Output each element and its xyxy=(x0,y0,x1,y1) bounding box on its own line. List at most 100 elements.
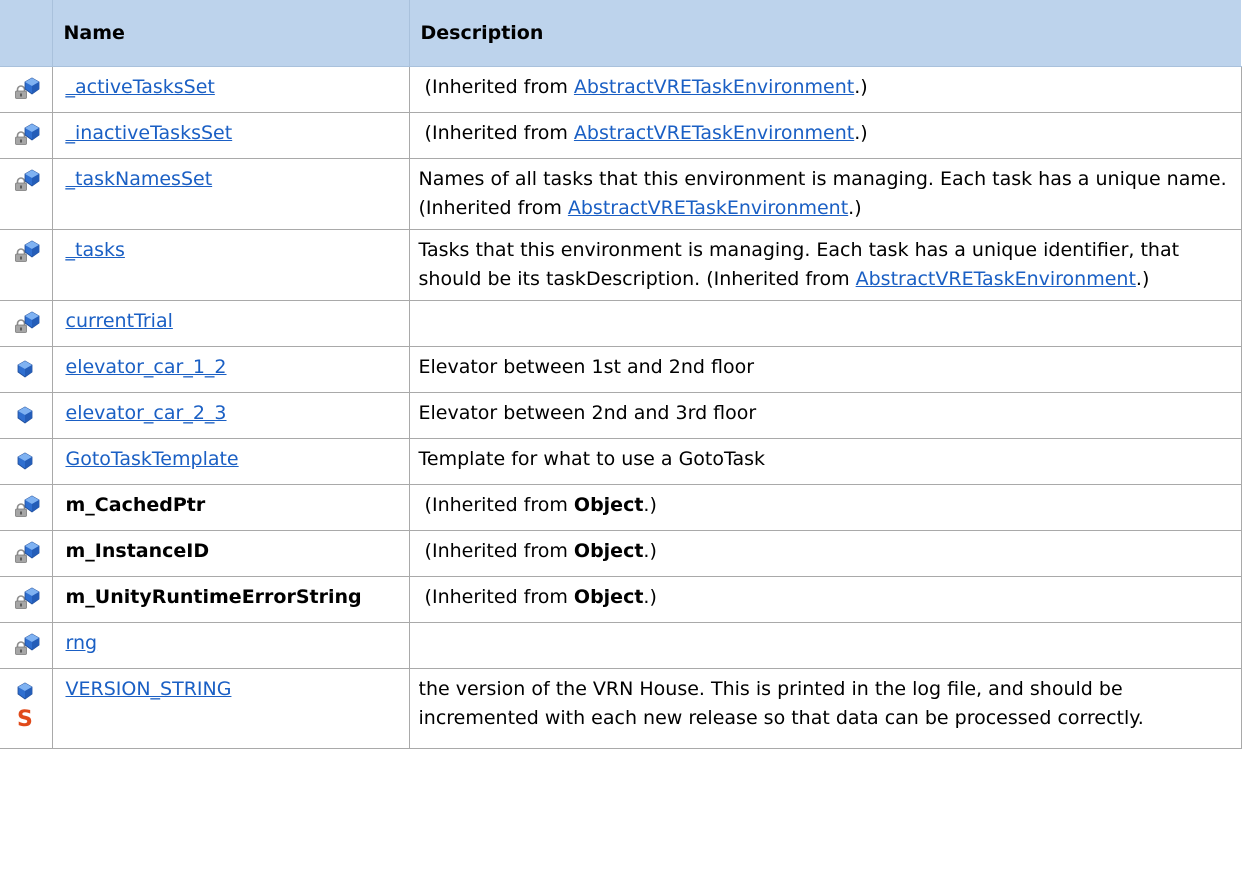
inherited-from-link[interactable]: AbstractVRETaskEnvironment xyxy=(856,268,1136,290)
member-description-cell: (Inherited from AbstractVRETaskEnvironme… xyxy=(408,112,1242,159)
inherited-from-link[interactable]: AbstractVRETaskEnvironment xyxy=(574,76,854,98)
public-field-icon xyxy=(14,357,42,383)
member-icon-cell xyxy=(0,346,53,393)
inherited-suffix: .) xyxy=(643,494,657,516)
member-icon-cell xyxy=(0,229,53,301)
member-description: Names of all tasks that this environment… xyxy=(418,168,1227,190)
member-name-link[interactable]: currentTrial xyxy=(66,310,173,332)
member-description-cell: Elevator between 1st and 2nd floor xyxy=(408,346,1242,393)
inherited-prefix: (Inherited from xyxy=(424,122,574,144)
member-name-link[interactable]: _taskNamesSet xyxy=(66,168,213,190)
protected-field-icon xyxy=(14,311,42,337)
member-name: m_InstanceID xyxy=(65,540,210,562)
public-field-icon xyxy=(14,403,42,429)
table-row: _tasks Tasks that this environment is man… xyxy=(0,229,1242,301)
member-description-cell: Names of all tasks that this environment… xyxy=(408,158,1242,230)
member-name-link[interactable]: elevator_car_1_2 xyxy=(66,356,227,378)
member-name-cell: _taskNamesSet xyxy=(51,158,410,230)
member-icon-cell xyxy=(0,112,53,159)
member-icon-cell xyxy=(0,484,53,531)
member-name-cell: VERSION_STRING xyxy=(51,668,410,749)
inherited-prefix: (Inherited from xyxy=(424,494,574,516)
table-row: GotoTaskTemplate Template for what to use… xyxy=(0,438,1242,485)
member-description-cell: (Inherited from AbstractVRETaskEnvironme… xyxy=(408,66,1242,113)
member-description-cell: (Inherited from Object.) xyxy=(408,484,1242,531)
inherited-from-class: Object xyxy=(573,494,644,516)
inherited-suffix: .) xyxy=(854,122,868,144)
member-name-cell: m_InstanceID xyxy=(51,530,410,577)
static-icon: S xyxy=(17,707,33,732)
inherited-from-link[interactable]: AbstractVRETaskEnvironment xyxy=(574,122,854,144)
member-icon-cell xyxy=(0,66,53,113)
member-name-cell: m_UnityRuntimeErrorString xyxy=(51,576,410,623)
member-name-cell: _tasks xyxy=(51,229,410,301)
member-icon-cell: S xyxy=(0,668,53,749)
inherited-prefix: (Inherited from xyxy=(418,197,568,219)
table-row: m_InstanceID (Inherited from Object.) xyxy=(0,530,1242,577)
table-row: rng xyxy=(0,622,1242,669)
table-body: _activeTasksSet (Inherited from Abstract… xyxy=(0,66,1242,749)
protected-field-icon xyxy=(14,240,42,266)
inherited-prefix: (Inherited from xyxy=(706,268,856,290)
member-description: Elevator between 2nd and 3rd floor xyxy=(418,402,757,424)
inherited-from-link[interactable]: AbstractVRETaskEnvironment xyxy=(568,197,848,219)
protected-field-icon xyxy=(14,495,42,521)
member-name-cell: _activeTasksSet xyxy=(51,66,410,113)
public-static-field-icon: S xyxy=(14,679,42,739)
member-description-cell: Template for what to use a GotoTask xyxy=(408,438,1242,485)
member-icon-cell xyxy=(0,158,53,230)
member-name-cell: _inactiveTasksSet xyxy=(51,112,410,159)
member-description-cell: Tasks that this environment is managing.… xyxy=(408,229,1242,301)
member-icon-cell xyxy=(0,392,53,439)
member-name: m_CachedPtr xyxy=(65,494,206,516)
protected-field-icon xyxy=(14,169,42,195)
inherited-suffix: .) xyxy=(1135,268,1150,290)
protected-field-icon xyxy=(14,123,42,149)
member-name-link[interactable]: _activeTasksSet xyxy=(66,76,215,98)
inherited-suffix: .) xyxy=(643,540,657,562)
member-description: the version of the VRN House. This is pr… xyxy=(418,678,1144,729)
member-name-link[interactable]: rng xyxy=(66,632,98,654)
header-icon-column xyxy=(0,0,52,67)
member-name-link[interactable]: GotoTaskTemplate xyxy=(66,448,239,470)
inherited-suffix: .) xyxy=(643,586,657,608)
table-row: elevator_car_2_3 Elevator between 2nd and… xyxy=(0,392,1242,439)
table-row: currentTrial xyxy=(0,300,1242,347)
protected-field-icon xyxy=(14,587,42,613)
member-name-cell: GotoTaskTemplate xyxy=(51,438,410,485)
member-description-cell xyxy=(408,622,1242,669)
member-description-cell: Elevator between 2nd and 3rd floor xyxy=(408,392,1242,439)
member-name-link[interactable]: _tasks xyxy=(66,239,125,261)
protected-field-icon xyxy=(14,541,42,567)
member-icon-cell xyxy=(0,576,53,623)
table-row: elevator_car_1_2 Elevator between 1st and… xyxy=(0,346,1242,393)
table-row: m_CachedPtr (Inherited from Object.) xyxy=(0,484,1242,531)
member-description-cell: (Inherited from Object.) xyxy=(408,576,1242,623)
member-name-link[interactable]: _inactiveTasksSet xyxy=(66,122,233,144)
member-name-link[interactable]: elevator_car_2_3 xyxy=(66,402,227,424)
inherited-suffix: .) xyxy=(854,76,868,98)
inherited-prefix: (Inherited from xyxy=(424,76,574,98)
table-row: m_UnityRuntimeErrorString (Inherited fro… xyxy=(0,576,1242,623)
member-description-cell: the version of the VRN House. This is pr… xyxy=(408,668,1242,749)
table-row: S VERSION_STRING the version of the VRN Ho… xyxy=(0,668,1242,749)
inherited-prefix: (Inherited from xyxy=(424,586,574,608)
inherited-from-class: Object xyxy=(573,586,644,608)
member-name-cell: elevator_car_1_2 xyxy=(51,346,410,393)
member-name-link[interactable]: VERSION_STRING xyxy=(66,678,232,700)
member-icon-cell xyxy=(0,438,53,485)
protected-field-icon xyxy=(14,633,42,659)
table-row: _taskNamesSet Names of all tasks that thi… xyxy=(0,158,1242,230)
member-icon-cell xyxy=(0,530,53,577)
member-name-cell: currentTrial xyxy=(51,300,410,347)
members-table: Name Description _activeTasksSet (Inheri… xyxy=(0,0,1242,749)
inherited-suffix: .) xyxy=(848,197,862,219)
member-description-cell xyxy=(408,300,1242,347)
header-name: Name xyxy=(51,0,409,67)
member-description: Template for what to use a GotoTask xyxy=(418,448,766,470)
table-row: _inactiveTasksSet (Inherited from Abstra… xyxy=(0,112,1242,159)
member-name-cell: m_CachedPtr xyxy=(51,484,410,531)
public-field-icon xyxy=(14,449,42,475)
inherited-from-class: Object xyxy=(573,540,644,562)
member-name-cell: elevator_car_2_3 xyxy=(51,392,410,439)
